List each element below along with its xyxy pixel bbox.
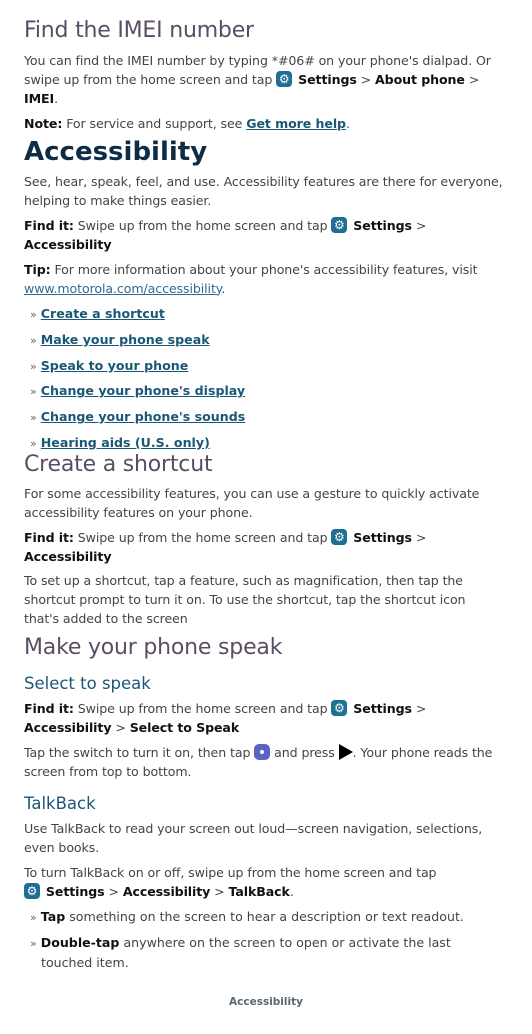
list-item: » Tap something on the screen to hear a d… <box>30 909 464 924</box>
accessibility-tip: Tip: For more information about your pho… <box>24 262 478 296</box>
bullet-icon: » <box>30 359 37 373</box>
list-item: » Speak to your phone <box>30 357 504 376</box>
shortcut-section: Create a shortcut <box>24 452 504 477</box>
imei-note: Note: For service and support, see Get m… <box>24 116 350 131</box>
accessibility-link-list: » Create a shortcut » Make your phone spea… <box>24 305 504 460</box>
accessibility-section: Accessibility <box>24 137 504 167</box>
shortcut-intro: For some accessibility features, you can… <box>24 486 480 520</box>
settings-gear-icon <box>331 699 348 717</box>
talkback-section: TalkBack <box>24 794 504 813</box>
select-to-speak-icon <box>254 744 271 760</box>
speak-instructions: Tap the switch to turn it on, then tap a… <box>24 744 493 779</box>
bullet-icon: » <box>30 308 37 321</box>
list-item: » Double-tap anywhere on the screen to op… <box>30 934 451 970</box>
imei-heading: Find the IMEI number <box>24 18 254 43</box>
shortcut-body: To set up a shortcut, tap a feature, suc… <box>24 573 466 626</box>
settings-gear-icon <box>331 528 348 546</box>
motorola-accessibility-link[interactable]: www.motorola.com/accessibility <box>24 281 221 296</box>
talkback-intro: Use TalkBack to read your screen out lou… <box>24 821 483 855</box>
accessibility-heading: Accessibility <box>24 137 208 167</box>
settings-gear-icon <box>331 216 348 234</box>
list-item: » Make your phone speak <box>30 331 504 350</box>
imei-paragraph: You can find the IMEI number by typing *… <box>24 52 504 108</box>
get-more-help-link[interactable]: Get more help <box>246 116 346 131</box>
talkback-bullets: » Tap something on the screen to hear a d… <box>24 908 504 972</box>
accessibility-intro: See, hear, speak, feel, and use. Accessi… <box>24 174 503 208</box>
select-to-speak-section: Select to speak <box>24 674 504 693</box>
play-icon <box>338 744 353 760</box>
bullet-icon: » <box>30 385 37 399</box>
settings-gear-icon <box>276 70 293 88</box>
accessibility-findit: Find it: Swipe up from the home screen a… <box>24 216 504 255</box>
make-phone-speak-link[interactable]: Make your phone speak <box>41 332 210 347</box>
talkback-turn: To turn TalkBack on or off, swipe up fro… <box>24 864 504 902</box>
shortcut-findit: Find it: Swipe up from the home screen a… <box>24 528 504 567</box>
imei-section: Find the IMEI number <box>24 18 504 43</box>
page-footer: Accessibility <box>229 996 303 1008</box>
list-item: » Change your phone's display <box>30 382 504 401</box>
talkback-heading: TalkBack <box>24 794 96 813</box>
list-item: » Create a shortcut <box>30 305 504 324</box>
list-item: » Change your phone's sounds <box>30 408 504 427</box>
bullet-icon: » <box>30 911 37 924</box>
shortcut-heading: Create a shortcut <box>24 452 213 477</box>
hearing-aids-link[interactable]: Hearing aids (U.S. only) <box>41 435 210 450</box>
bullet-icon: » <box>30 333 37 347</box>
speak-to-phone-link[interactable]: Speak to your phone <box>41 358 189 373</box>
create-shortcut-link[interactable]: Create a shortcut <box>41 306 165 321</box>
select-to-speak-heading: Select to speak <box>24 674 151 693</box>
list-item: » Hearing aids (U.S. only) <box>30 434 504 453</box>
speak-heading: Make your phone speak <box>24 635 283 660</box>
change-display-link[interactable]: Change your phone's display <box>41 383 245 398</box>
settings-gear-icon <box>24 882 40 900</box>
bullet-icon: » <box>30 436 37 450</box>
speak-findit: Find it: Swipe up from the home screen a… <box>24 699 504 738</box>
bullet-icon: » <box>30 936 37 950</box>
change-sounds-link[interactable]: Change your phone's sounds <box>41 409 246 424</box>
speak-section: Make your phone speak <box>24 635 504 660</box>
bullet-icon: » <box>30 411 37 425</box>
